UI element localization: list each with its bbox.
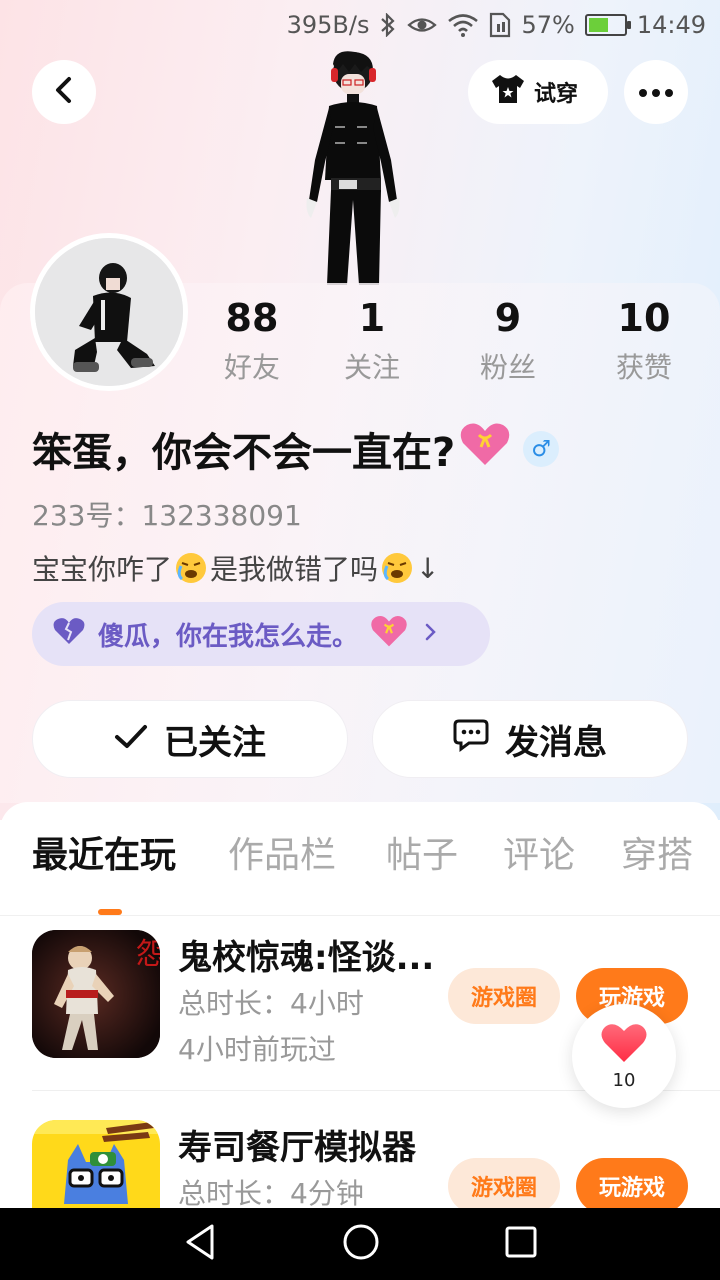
- broken-heart-icon: [52, 616, 86, 653]
- game-circle-button[interactable]: 游戏圈: [448, 968, 560, 1024]
- nav-home-icon[interactable]: [342, 1223, 380, 1265]
- tab-posts[interactable]: 帖子: [386, 826, 458, 878]
- sim-card-icon: [489, 12, 511, 38]
- game-title: 鬼校惊魂:怪谈...: [178, 938, 435, 978]
- bio-text-1: 宝宝你咋了: [32, 553, 173, 586]
- back-button[interactable]: [32, 60, 96, 124]
- system-nav-bar: [0, 1208, 720, 1280]
- like-button[interactable]: 10: [572, 1004, 676, 1108]
- tshirt-icon: [490, 73, 526, 111]
- game-duration: 总时长：4分钟: [178, 1177, 364, 1210]
- check-icon: [114, 719, 148, 759]
- tab-recently-played[interactable]: 最近在玩: [32, 826, 176, 878]
- clock: 14:49: [636, 11, 706, 39]
- chevron-left-icon: [52, 75, 76, 109]
- tab-comments[interactable]: 评论: [503, 826, 575, 878]
- avatar-3d-figure[interactable]: [295, 50, 415, 285]
- more-button[interactable]: [624, 60, 688, 124]
- try-on-button[interactable]: 试穿: [468, 60, 608, 124]
- crying-face-icon: [174, 551, 208, 585]
- send-message-label: 发消息: [505, 722, 607, 763]
- game-circle-button[interactable]: 游戏圈: [448, 1158, 560, 1210]
- nickname-row: 笨蛋，你会不会一直在? ♂: [32, 420, 560, 478]
- stat-likes[interactable]: 10 获赞: [584, 296, 704, 386]
- ribbon-heart-icon: [459, 421, 511, 477]
- stat-followers[interactable]: 9 粉丝: [448, 296, 568, 386]
- bio: 宝宝你咋了 是我做错了吗 ↓: [32, 548, 440, 588]
- divider: [0, 915, 720, 916]
- nickname: 笨蛋，你会不会一直在?: [32, 430, 456, 476]
- stat-label: 粉丝: [479, 351, 536, 384]
- game-icon[interactable]: [32, 1120, 160, 1210]
- game-duration: 总时长：4小时: [178, 987, 364, 1020]
- nav-back-icon[interactable]: [182, 1222, 218, 1266]
- battery-percent: 57%: [521, 11, 575, 39]
- stat-value: 1: [358, 296, 386, 340]
- game-row[interactable]: 寿司餐厅模拟器 总时长：4分钟 游戏圈 玩游戏: [0, 1120, 720, 1210]
- stat-following[interactable]: 1 关注: [312, 296, 432, 386]
- status-text: 傻瓜，你在我怎么走。: [98, 621, 359, 652]
- chat-bubble-icon: [453, 718, 489, 761]
- game-last-played: 4小时前玩过: [178, 1033, 336, 1066]
- account-id[interactable]: 233号：132338091: [32, 494, 302, 534]
- heart-icon: [600, 1022, 648, 1068]
- bio-text-2: 是我做错了吗: [210, 553, 379, 586]
- ribbon-heart-icon: [370, 614, 408, 655]
- stat-label: 关注: [343, 351, 400, 384]
- avatar[interactable]: [30, 233, 188, 391]
- stat-label: 好友: [223, 351, 280, 384]
- stat-value: 9: [494, 296, 522, 340]
- more-dots-icon: [638, 83, 674, 102]
- stat-value: 10: [617, 296, 671, 340]
- play-game-button[interactable]: 玩游戏: [576, 1158, 688, 1210]
- following-button[interactable]: 已关注: [32, 700, 348, 778]
- status-bar: 395B/s 57% 14:49: [0, 0, 720, 50]
- like-count: 10: [612, 1069, 636, 1091]
- send-message-button[interactable]: 发消息: [372, 700, 688, 778]
- bluetooth-icon: [379, 13, 397, 37]
- stat-label: 获赞: [615, 351, 672, 384]
- chevron-right-icon: [424, 619, 438, 649]
- net-speed: 395B/s: [286, 11, 370, 39]
- nav-recents-icon[interactable]: [504, 1225, 538, 1263]
- eye-icon: [407, 14, 438, 36]
- crying-face-icon: [380, 551, 414, 585]
- battery-icon: [584, 14, 631, 36]
- following-label: 已关注: [164, 722, 266, 763]
- tab-outfits[interactable]: 穿搭: [621, 826, 693, 878]
- status-chip[interactable]: 傻瓜，你在我怎么走。: [32, 602, 490, 666]
- game-title: 寿司餐厅模拟器: [178, 1128, 416, 1168]
- svg-text:怨: 怨: [136, 937, 160, 972]
- try-on-label: 试穿: [534, 82, 579, 107]
- bio-text-3: ↓: [416, 551, 440, 585]
- tab-works[interactable]: 作品栏: [228, 826, 336, 878]
- stat-value: 88: [225, 296, 279, 340]
- tab-bar: 最近在玩 作品栏 帖子 评论 穿搭: [0, 826, 720, 916]
- gender-male-icon: ♂: [523, 431, 560, 467]
- stat-friends[interactable]: 88 好友: [192, 296, 312, 386]
- wifi-icon: [447, 13, 479, 37]
- game-icon[interactable]: 怨: [32, 930, 160, 1058]
